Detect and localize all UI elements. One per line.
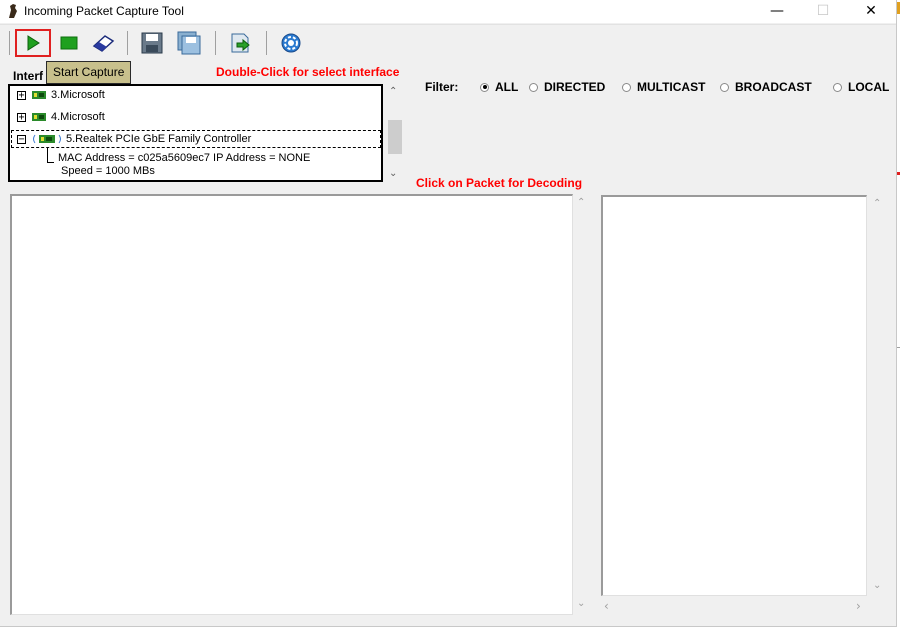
filter-label: Filter:: [425, 80, 459, 94]
app-window: Incoming Packet Capture Tool — ☐ ✕ Inter…: [0, 0, 897, 627]
maximize-button[interactable]: ☐: [800, 0, 846, 23]
network-card-icon: [32, 113, 46, 121]
expand-icon[interactable]: +: [17, 90, 26, 100]
radio-button[interactable]: [720, 82, 729, 92]
tree-item-label: 3.Microsoft: [51, 89, 105, 101]
radio-label: LOCAL: [848, 80, 890, 94]
gear-icon: [281, 33, 301, 53]
decode-panel-hscrollbar[interactable]: ‹ ›: [601, 597, 867, 615]
start-capture-button[interactable]: [15, 29, 51, 57]
radio-label: ALL: [495, 80, 519, 94]
scroll-down-icon[interactable]: ⌄: [389, 168, 397, 179]
stop-capture-button[interactable]: [55, 29, 83, 57]
packet-list-panel[interactable]: [10, 194, 573, 615]
toolbar: [0, 24, 896, 61]
filter-option-directed[interactable]: DIRECTED: [529, 80, 605, 94]
toolbar-divider: [127, 31, 128, 55]
toolbar-divider: [266, 31, 267, 55]
minimize-button[interactable]: —: [754, 0, 800, 23]
interface-speed: Speed = 1000 MBs: [61, 165, 155, 177]
radio-button[interactable]: [622, 82, 631, 92]
scrollbar-thumb[interactable]: [388, 120, 402, 154]
window-title: Incoming Packet Capture Tool: [24, 4, 184, 18]
settings-button[interactable]: [277, 29, 305, 57]
filter-option-all[interactable]: ALL: [480, 80, 518, 94]
tree-item-label: 4.Microsoft: [51, 111, 105, 123]
filter-option-local[interactable]: LOCAL: [833, 80, 889, 94]
expand-icon[interactable]: +: [17, 112, 26, 122]
filter-option-multicast[interactable]: MULTICAST: [622, 80, 705, 94]
interface-hint: Double-Click for select interface: [216, 65, 400, 79]
scroll-right-icon[interactable]: ›: [856, 599, 861, 613]
app-logo-icon: [9, 4, 17, 18]
radio-label: DIRECTED: [544, 80, 606, 94]
interface-tree[interactable]: + 3.Microsoft + 4.Microsoft − 5.Realtek …: [8, 84, 383, 182]
close-button[interactable]: ✕: [848, 0, 894, 23]
packet-decode-panel[interactable]: [601, 195, 867, 596]
radio-label: BROADCAST: [735, 80, 812, 94]
radio-label: MULTICAST: [637, 80, 706, 94]
title-bar: Incoming Packet Capture Tool — ☐ ✕: [0, 0, 896, 23]
scroll-up-icon[interactable]: ⌃: [577, 197, 585, 208]
stop-icon: [60, 36, 78, 50]
scroll-up-icon[interactable]: ⌃: [389, 86, 397, 97]
play-icon: [27, 35, 40, 51]
interface-tree-scrollbar[interactable]: ⌃ ⌄: [386, 84, 403, 182]
save-icon: [141, 32, 163, 54]
collapse-icon[interactable]: −: [17, 134, 26, 144]
export-button[interactable]: [227, 29, 255, 57]
packet-decoding-hint: Click on Packet for Decoding: [416, 176, 583, 190]
start-capture-tooltip: Start Capture: [46, 61, 132, 84]
tree-item-interface-5[interactable]: − 5.Realtek PCIe GbE Family Controller: [11, 130, 381, 148]
clear-button[interactable]: [89, 29, 117, 57]
scroll-down-icon[interactable]: ⌄: [577, 598, 585, 609]
export-icon: [231, 33, 250, 53]
tree-connector: [47, 148, 54, 163]
network-card-icon: [32, 91, 46, 99]
radio-button[interactable]: [833, 82, 842, 92]
tree-item-interface-3[interactable]: + 3.Microsoft: [12, 86, 105, 104]
toolbar-divider: [9, 31, 10, 55]
toolbar-divider: [215, 31, 216, 55]
radio-button[interactable]: [480, 82, 489, 92]
scroll-down-icon[interactable]: ⌄: [873, 580, 881, 591]
eraser-icon: [92, 35, 115, 52]
interface-mac-ip: MAC Address = c025a5609ec7 IP Address = …: [58, 152, 311, 164]
packet-list-scrollbar[interactable]: ⌃ ⌄: [573, 194, 590, 615]
save-button[interactable]: [138, 29, 166, 57]
scroll-left-icon[interactable]: ‹: [604, 599, 609, 613]
wireless-network-card-icon: [33, 134, 61, 144]
decode-panel-vscrollbar[interactable]: ⌃ ⌄: [867, 195, 888, 596]
scroll-up-icon[interactable]: ⌃: [873, 198, 881, 209]
save-all-icon: [177, 31, 201, 55]
tree-item-interface-4[interactable]: + 4.Microsoft: [12, 108, 105, 126]
save-all-button[interactable]: [175, 29, 203, 57]
tree-item-label: 5.Realtek PCIe GbE Family Controller: [66, 133, 252, 145]
filter-option-broadcast[interactable]: BROADCAST: [720, 80, 812, 94]
interfaces-label: Interf: [13, 69, 43, 83]
radio-button[interactable]: [529, 82, 538, 92]
